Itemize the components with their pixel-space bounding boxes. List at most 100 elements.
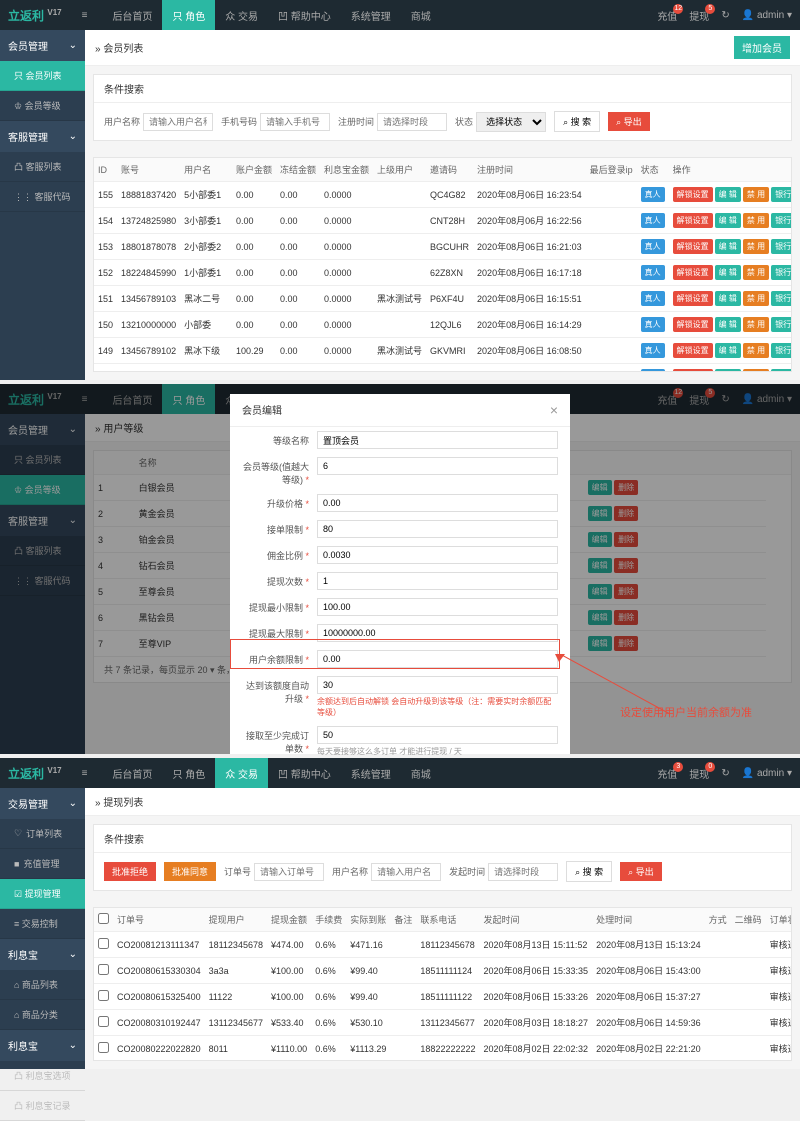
nav-trade[interactable]: 众 交易 [215,758,268,788]
sidebar-section-member[interactable]: 会员管理⌄ [0,30,85,61]
recharge-icon[interactable]: 充值12 [657,8,677,23]
op-button[interactable]: 解锁设置 [673,317,713,332]
op-button[interactable]: 编 辑 [715,317,741,332]
nav-mall[interactable]: 商城 [401,0,441,30]
op-button[interactable]: 解锁设置 [673,291,713,306]
nav-mall[interactable]: 商城 [401,758,441,788]
row-checkbox[interactable] [98,1042,109,1053]
nav-help[interactable]: 凹 帮助中心 [268,758,341,788]
sidebar-section-trade[interactable]: 交易管理⌄ [0,788,85,819]
nav-role[interactable]: 只 角色 [162,758,215,788]
user-menu[interactable]: 👤 admin ▾ [742,10,792,21]
nav-system[interactable]: 系统管理 [341,0,401,30]
op-button[interactable]: 解锁设置 [673,239,713,254]
sidebar-item-member-level[interactable]: ♔ 会员等级 [0,91,85,121]
op-button[interactable]: 禁 用 [743,265,769,280]
op-button[interactable]: 银行卡信息 [771,317,792,332]
bulk-approve-button[interactable]: 批准同意 [164,862,216,881]
nav-role[interactable]: 只 角色 [162,0,215,30]
form-input[interactable] [317,650,558,668]
op-button[interactable]: 编 辑 [715,239,741,254]
op-button[interactable]: 编 辑 [715,187,741,202]
sidebar-item-interest-records[interactable]: 凸 利息宝记录 [0,1091,85,1121]
op-button[interactable]: 禁 用 [743,291,769,306]
filter-regtime-input[interactable] [377,113,447,131]
search-button[interactable]: ⌕ 搜 索 [566,861,612,882]
op-button[interactable]: 编 辑 [715,369,741,372]
form-input[interactable] [317,598,558,616]
op-button[interactable]: 禁 用 [743,343,769,358]
op-button[interactable]: 禁 用 [743,187,769,202]
user-menu[interactable]: 👤 admin ▾ [742,768,792,779]
search-button[interactable]: ⌕ 搜 索 [554,111,600,132]
sidebar-item-interest-options[interactable]: 凸 利息宝选项 [0,1061,85,1091]
sidebar-section-service[interactable]: 客服管理⌄ [0,121,85,152]
menu-toggle-icon[interactable]: ≡ [82,10,88,21]
sidebar-item-categories[interactable]: ⌂ 商品分类 [0,1000,85,1030]
export-button[interactable]: ⌕ 导出 [608,112,650,131]
recharge-icon[interactable]: 充值3 [657,766,677,781]
nav-system[interactable]: 系统管理 [341,758,401,788]
op-button[interactable]: 银行卡信息 [771,343,792,358]
row-checkbox[interactable] [98,938,109,949]
form-input[interactable] [317,494,558,512]
sidebar-section-interest2[interactable]: 利息宝⌄ [0,1030,85,1061]
op-button[interactable]: 银行卡信息 [771,369,792,372]
filter-username-input[interactable] [371,863,441,881]
row-checkbox[interactable] [98,964,109,975]
form-input[interactable] [317,726,558,744]
op-button[interactable]: 解锁设置 [673,343,713,358]
sidebar-item-orders[interactable]: ♡ 订单列表 [0,819,85,849]
op-button[interactable]: 银行卡信息 [771,291,792,306]
select-all-checkbox[interactable] [98,913,109,924]
op-button[interactable]: 解锁设置 [673,213,713,228]
op-button[interactable]: 编 辑 [715,291,741,306]
op-button[interactable]: 编 辑 [715,343,741,358]
sidebar-section-interest[interactable]: 利息宝⌄ [0,939,85,970]
filter-phone-input[interactable] [260,113,330,131]
row-checkbox[interactable] [98,1016,109,1027]
op-button[interactable]: 编 辑 [715,213,741,228]
sidebar-item-trade-control[interactable]: ≡ 交易控制 [0,909,85,939]
sidebar-item-member-list[interactable]: 只 会员列表 [0,61,85,91]
filter-username-input[interactable] [143,113,213,131]
sidebar-item-recharge[interactable]: ■ 充值管理 [0,849,85,879]
form-input[interactable] [317,546,558,564]
filter-orderno-input[interactable] [254,863,324,881]
form-input[interactable] [317,431,558,449]
form-input[interactable] [317,520,558,538]
op-button[interactable]: 解锁设置 [673,369,713,372]
op-button[interactable]: 银行卡信息 [771,213,792,228]
menu-toggle-icon[interactable]: ≡ [82,768,88,779]
form-input[interactable] [317,457,558,475]
filter-status-select[interactable]: 选择状态 [476,112,546,132]
form-input[interactable] [317,624,558,642]
nav-trade[interactable]: 众 交易 [215,0,268,30]
filter-time-input[interactable] [488,863,558,881]
refresh-icon[interactable]: ↻ [721,10,729,21]
op-button[interactable]: 禁 用 [743,369,769,372]
close-icon[interactable]: × [550,402,558,418]
sidebar-item-products[interactable]: ⌂ 商品列表 [0,970,85,1000]
sidebar-item-withdraw[interactable]: ☑ 提现管理 [0,879,85,909]
bulk-reject-button[interactable]: 批准拒绝 [104,862,156,881]
op-button[interactable]: 解锁设置 [673,187,713,202]
op-button[interactable]: 解锁设置 [673,265,713,280]
refresh-icon[interactable]: ↻ [721,768,729,779]
withdraw-icon[interactable]: 提现0 [689,766,709,781]
op-button[interactable]: 银行卡信息 [771,187,792,202]
nav-home[interactable]: 后台首页 [102,0,162,30]
op-button[interactable]: 银行卡信息 [771,265,792,280]
row-checkbox[interactable] [98,990,109,1001]
form-input[interactable] [317,676,558,694]
sidebar-item-service-code[interactable]: ⋮⋮ 客服代码 [0,182,85,212]
op-button[interactable]: 编 辑 [715,265,741,280]
op-button[interactable]: 禁 用 [743,213,769,228]
op-button[interactable]: 禁 用 [743,239,769,254]
export-button[interactable]: ⌕ 导出 [620,862,662,881]
nav-help[interactable]: 凹 帮助中心 [268,0,341,30]
nav-home[interactable]: 后台首页 [102,758,162,788]
sidebar-item-service-list[interactable]: 凸 客服列表 [0,152,85,182]
op-button[interactable]: 银行卡信息 [771,239,792,254]
op-button[interactable]: 禁 用 [743,317,769,332]
